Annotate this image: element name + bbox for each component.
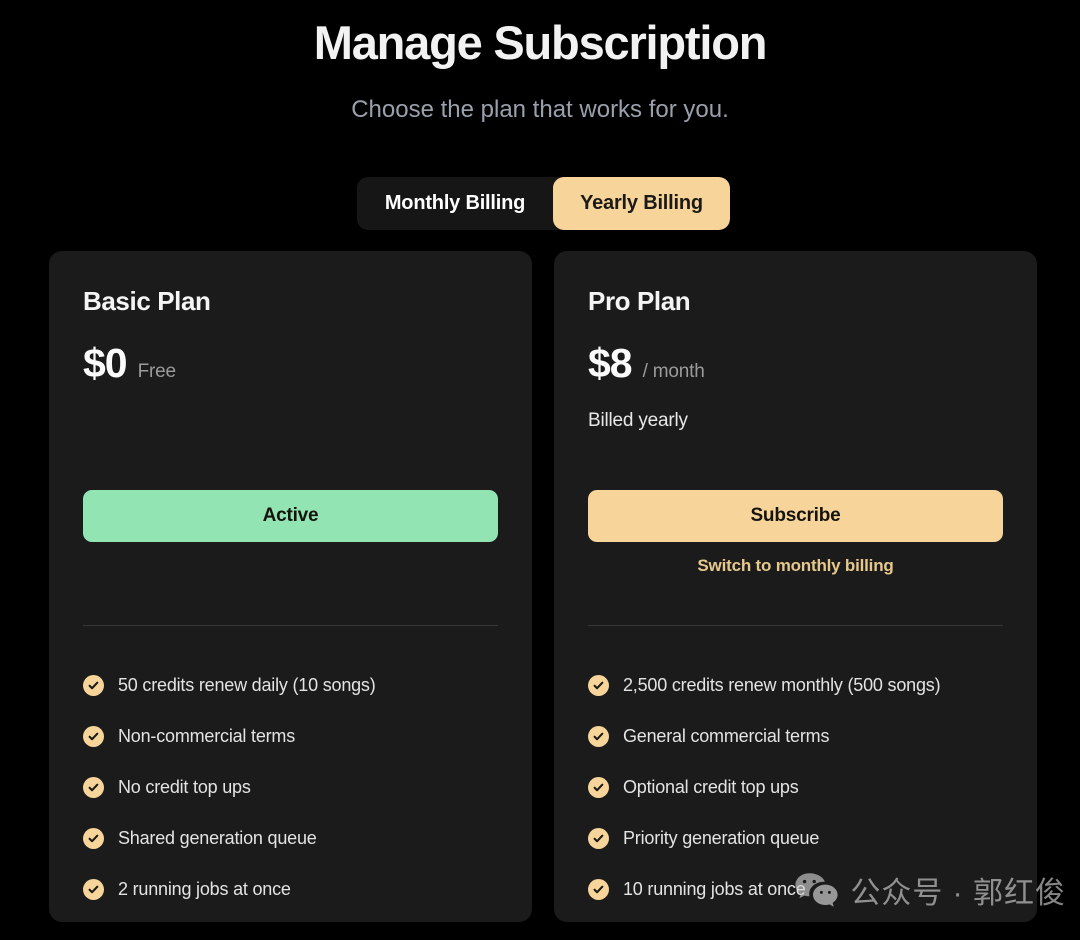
plan-price-row: $8 / month — [588, 342, 1003, 385]
check-circle-icon — [83, 828, 104, 849]
billing-cycle-toggle[interactable]: Monthly Billing Yearly Billing — [357, 177, 730, 230]
plan-billed-note: Billed yearly — [588, 410, 688, 432]
plan-feature-list: 50 credits renew daily (10 songs) Non-co… — [83, 660, 513, 915]
feature-label: Optional credit top ups — [623, 777, 799, 797]
plan-card-pro: Pro Plan $8 / month Billed yearly Subscr… — [554, 251, 1037, 922]
check-circle-icon — [588, 726, 609, 747]
plan-name: Basic Plan — [83, 286, 211, 316]
card-divider — [83, 625, 498, 626]
card-divider — [588, 625, 1003, 626]
manage-subscription-page: Manage Subscription Choose the plan that… — [0, 0, 1080, 940]
feature-item: General commercial terms — [588, 711, 1018, 762]
plan-cta-wrap: Subscribe Switch to monthly billing — [588, 490, 1003, 576]
feature-item: 50 credits renew daily (10 songs) — [83, 660, 513, 711]
feature-label: 2,500 credits renew monthly (500 songs) — [623, 675, 941, 695]
page-subtitle: Choose the plan that works for you. — [351, 96, 729, 123]
feature-label: Shared generation queue — [118, 828, 317, 848]
toggle-option-monthly[interactable]: Monthly Billing — [357, 177, 553, 230]
feature-label: Non-commercial terms — [118, 726, 296, 746]
plan-feature-list: 2,500 credits renew monthly (500 songs) … — [588, 660, 1018, 915]
plan-price-suffix: Free — [137, 361, 176, 383]
check-circle-icon — [83, 675, 104, 696]
check-circle-icon — [83, 726, 104, 747]
feature-label: 2 running jobs at once — [118, 879, 291, 899]
check-circle-icon — [83, 879, 104, 900]
plan-price-row: $0 Free — [83, 342, 498, 385]
check-circle-icon — [83, 777, 104, 798]
check-circle-icon — [588, 777, 609, 798]
page-title: Manage Subscription — [313, 16, 768, 69]
toggle-option-yearly[interactable]: Yearly Billing — [553, 177, 730, 230]
plan-card-basic: Basic Plan $0 Free Active 50 credits ren… — [49, 251, 532, 922]
feature-label: Priority generation queue — [623, 828, 820, 848]
feature-item: No credit top ups — [83, 762, 513, 813]
check-circle-icon — [588, 828, 609, 849]
feature-item: 10 running jobs at once — [588, 864, 1018, 915]
feature-item: Non-commercial terms — [83, 711, 513, 762]
plan-price-amount: $0 — [83, 340, 128, 387]
plan-cards-container: Basic Plan $0 Free Active 50 credits ren… — [49, 251, 1037, 922]
plan-price-amount: $8 — [588, 340, 633, 387]
feature-label: No credit top ups — [118, 777, 251, 797]
plan-price-suffix: / month — [642, 361, 705, 383]
feature-item: Shared generation queue — [83, 813, 513, 864]
plan-active-button[interactable]: Active — [83, 490, 498, 542]
feature-item: 2,500 credits renew monthly (500 songs) — [588, 660, 1018, 711]
feature-label: General commercial terms — [623, 726, 830, 746]
feature-label: 50 credits renew daily (10 songs) — [118, 675, 376, 695]
feature-item: Optional credit top ups — [588, 762, 1018, 813]
feature-item: 2 running jobs at once — [83, 864, 513, 915]
feature-label: 10 running jobs at once — [623, 879, 806, 899]
subscribe-button[interactable]: Subscribe — [588, 490, 1003, 542]
plan-cta-wrap: Active — [83, 490, 498, 542]
switch-billing-link[interactable]: Switch to monthly billing — [588, 556, 1003, 576]
feature-item: Priority generation queue — [588, 813, 1018, 864]
check-circle-icon — [588, 879, 609, 900]
plan-name: Pro Plan — [588, 286, 691, 316]
check-circle-icon — [588, 675, 609, 696]
